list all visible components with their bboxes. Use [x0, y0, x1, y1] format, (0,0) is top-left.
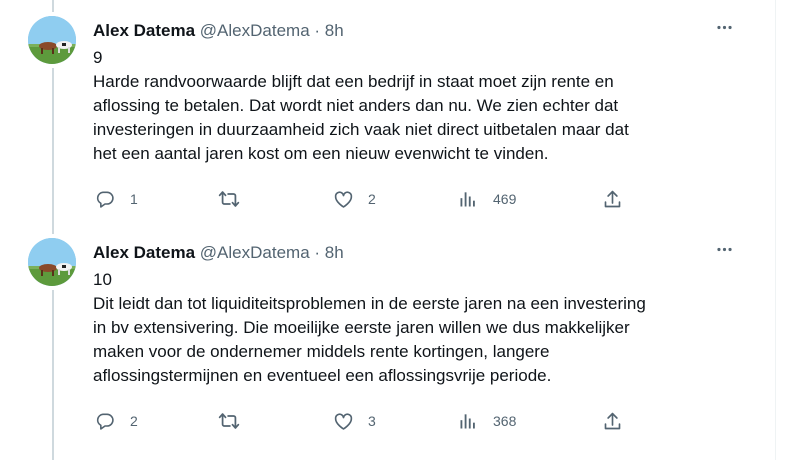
author-name[interactable]: Alex Datema	[93, 21, 195, 40]
thread-line-top	[52, 0, 54, 12]
text-line: aflossingstermijnen en eventueel een afl…	[93, 366, 552, 385]
separator: ·	[314, 243, 321, 262]
retweet-icon	[217, 409, 241, 433]
heart-icon	[331, 409, 355, 433]
share-button[interactable]	[600, 409, 624, 433]
timeline-border	[775, 0, 776, 460]
reply-icon	[93, 409, 117, 433]
action-bar: 2 3 368	[93, 409, 653, 433]
tweet-header: Alex Datema @AlexDatema · 8h	[93, 242, 344, 264]
text-line: Harde randvoorwaarde blijft dat een bedr…	[93, 72, 614, 91]
more-button[interactable]	[710, 16, 738, 44]
tweet-text: 9 Harde randvoorwaarde blijft dat een be…	[93, 46, 733, 166]
like-count: 3	[368, 413, 376, 429]
text-line: investeringen in duurzaamheid zich vaak …	[93, 120, 629, 139]
tweet[interactable]: Alex Datema @AlexDatema · 8h 9 Harde ran…	[0, 0, 775, 222]
reply-icon	[93, 187, 117, 211]
heart-icon	[331, 187, 355, 211]
thread-line-top	[52, 222, 54, 234]
author-handle[interactable]: @AlexDatema	[200, 21, 310, 40]
avatar[interactable]	[28, 16, 76, 64]
text-line: aflossing te betalen. Dat wordt niet and…	[93, 96, 619, 115]
share-button[interactable]	[600, 187, 624, 211]
thread-index: 10	[93, 270, 112, 289]
tweet-text: 10 Dit leidt dan tot liquiditeitsproblem…	[93, 268, 733, 388]
thread-index: 9	[93, 48, 103, 67]
views-button[interactable]: 469	[456, 187, 516, 211]
author-handle[interactable]: @AlexDatema	[200, 243, 310, 262]
text-line: het een aantal jaren kost om een nieuw e…	[93, 144, 549, 163]
retweet-button[interactable]	[217, 187, 254, 211]
views-count: 469	[493, 191, 517, 207]
thread-line	[52, 68, 54, 222]
like-button[interactable]: 2	[331, 187, 376, 211]
share-icon	[600, 409, 624, 433]
reply-count: 2	[130, 413, 138, 429]
views-chart-icon	[456, 409, 480, 433]
like-count: 2	[368, 191, 376, 207]
thread-line	[52, 290, 54, 460]
more-button[interactable]	[710, 238, 738, 266]
reply-count: 1	[130, 191, 138, 207]
share-icon	[600, 187, 624, 211]
separator: ·	[314, 21, 321, 40]
author-name[interactable]: Alex Datema	[93, 243, 195, 262]
retweet-icon	[217, 187, 241, 211]
text-line: in bv extensivering. Die moeilijke eerst…	[93, 318, 630, 337]
views-count: 368	[493, 413, 517, 429]
like-button[interactable]: 3	[331, 409, 376, 433]
timestamp[interactable]: 8h	[325, 21, 344, 40]
text-line: maken voor de ondernemer middels rente k…	[93, 342, 550, 361]
timestamp[interactable]: 8h	[325, 243, 344, 262]
more-dots-icon	[715, 240, 734, 264]
views-button[interactable]: 368	[456, 409, 516, 433]
retweet-button[interactable]	[217, 409, 254, 433]
reply-button[interactable]: 2	[93, 409, 138, 433]
avatar[interactable]	[28, 238, 76, 286]
reply-button[interactable]: 1	[93, 187, 138, 211]
text-line: Dit leidt dan tot liquiditeitsproblemen …	[93, 294, 646, 313]
more-dots-icon	[715, 18, 734, 42]
action-bar: 1 2 469	[93, 187, 653, 211]
views-chart-icon	[456, 187, 480, 211]
tweet-header: Alex Datema @AlexDatema · 8h	[93, 20, 344, 42]
tweet[interactable]: Alex Datema @AlexDatema · 8h 10 Dit leid…	[0, 222, 775, 460]
